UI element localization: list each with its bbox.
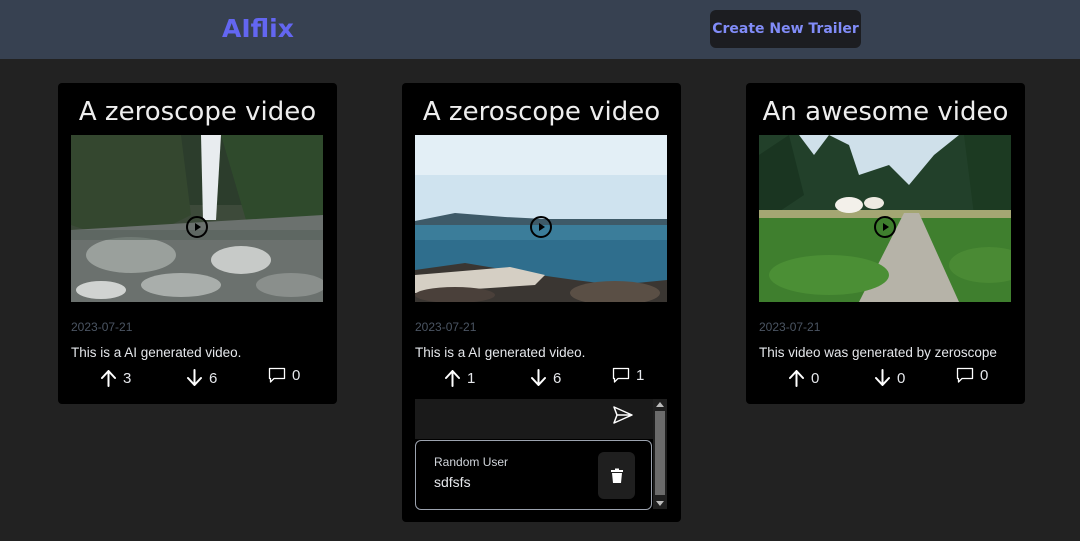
upvote-count: 1 bbox=[467, 369, 476, 387]
upvote-button[interactable]: 0 bbox=[788, 369, 819, 387]
trash-icon bbox=[610, 468, 623, 483]
video-card: A zeroscope video 2023-07-21 This is a A… bbox=[402, 83, 681, 522]
comment-count: 0 bbox=[980, 367, 989, 384]
arrow-down-icon bbox=[875, 369, 890, 386]
arrow-up-icon bbox=[445, 370, 460, 387]
video-date: 2023-07-21 bbox=[759, 320, 821, 334]
video-title: A zeroscope video bbox=[422, 97, 661, 127]
send-icon[interactable] bbox=[612, 404, 634, 426]
comment-icon bbox=[268, 367, 286, 383]
video-description: This is a AI generated video. bbox=[415, 345, 586, 360]
comments-scrollbar[interactable] bbox=[653, 399, 667, 509]
play-icon[interactable] bbox=[185, 215, 209, 239]
arrow-up-icon bbox=[789, 370, 804, 387]
comments-button[interactable]: 0 bbox=[956, 367, 988, 384]
video-thumbnail[interactable] bbox=[71, 135, 323, 302]
delete-comment-button[interactable] bbox=[598, 452, 635, 499]
video-description: This is a AI generated video. bbox=[71, 345, 242, 360]
upvote-button[interactable]: 3 bbox=[100, 369, 131, 387]
video-date: 2023-07-21 bbox=[71, 320, 133, 334]
arrow-down-icon bbox=[531, 369, 546, 386]
downvote-count: 6 bbox=[209, 369, 218, 387]
downvote-button[interactable]: 6 bbox=[530, 369, 561, 387]
play-icon[interactable] bbox=[529, 215, 553, 239]
video-card: A zeroscope video 2023-07-21 This is a A… bbox=[58, 83, 337, 404]
video-thumbnail[interactable] bbox=[415, 135, 667, 302]
video-description: This video was generated by zeroscope bbox=[759, 345, 997, 360]
play-icon[interactable] bbox=[873, 215, 897, 239]
upvote-count: 3 bbox=[123, 369, 132, 387]
downvote-count: 0 bbox=[897, 369, 906, 387]
comments-panel: Random User sdfsfs bbox=[415, 399, 667, 510]
comments-button[interactable]: 0 bbox=[268, 367, 300, 384]
video-thumbnail[interactable] bbox=[759, 135, 1011, 302]
comment-text: sdfsfs bbox=[434, 474, 471, 490]
comment-count: 0 bbox=[292, 367, 301, 384]
video-card: An awesome video 2023-07-21 This video w… bbox=[746, 83, 1025, 404]
comment-icon bbox=[612, 367, 630, 383]
arrow-up-icon bbox=[101, 370, 116, 387]
downvote-button[interactable]: 6 bbox=[186, 369, 217, 387]
video-date: 2023-07-21 bbox=[415, 320, 477, 334]
scroll-thumb[interactable] bbox=[655, 411, 665, 495]
upvote-count: 0 bbox=[811, 369, 820, 387]
video-title: A zeroscope video bbox=[78, 97, 317, 127]
arrow-down-icon bbox=[187, 369, 202, 386]
upvote-button[interactable]: 1 bbox=[444, 369, 475, 387]
app-logo[interactable]: AIflix bbox=[222, 14, 294, 43]
comment-username: Random User bbox=[434, 455, 509, 469]
downvote-count: 6 bbox=[553, 369, 562, 387]
top-navbar: AIflix Create New Trailer bbox=[0, 0, 1080, 59]
scroll-down-icon[interactable] bbox=[656, 501, 664, 506]
comment-icon bbox=[956, 367, 974, 383]
comment-input[interactable] bbox=[415, 399, 655, 439]
comment-count: 1 bbox=[636, 367, 645, 384]
comment-item: Random User sdfsfs bbox=[415, 440, 652, 510]
comments-button[interactable]: 1 bbox=[612, 367, 644, 384]
create-new-trailer-button[interactable]: Create New Trailer bbox=[710, 10, 861, 48]
video-title: An awesome video bbox=[762, 97, 1009, 127]
downvote-button[interactable]: 0 bbox=[874, 369, 905, 387]
scroll-up-icon[interactable] bbox=[656, 402, 664, 407]
